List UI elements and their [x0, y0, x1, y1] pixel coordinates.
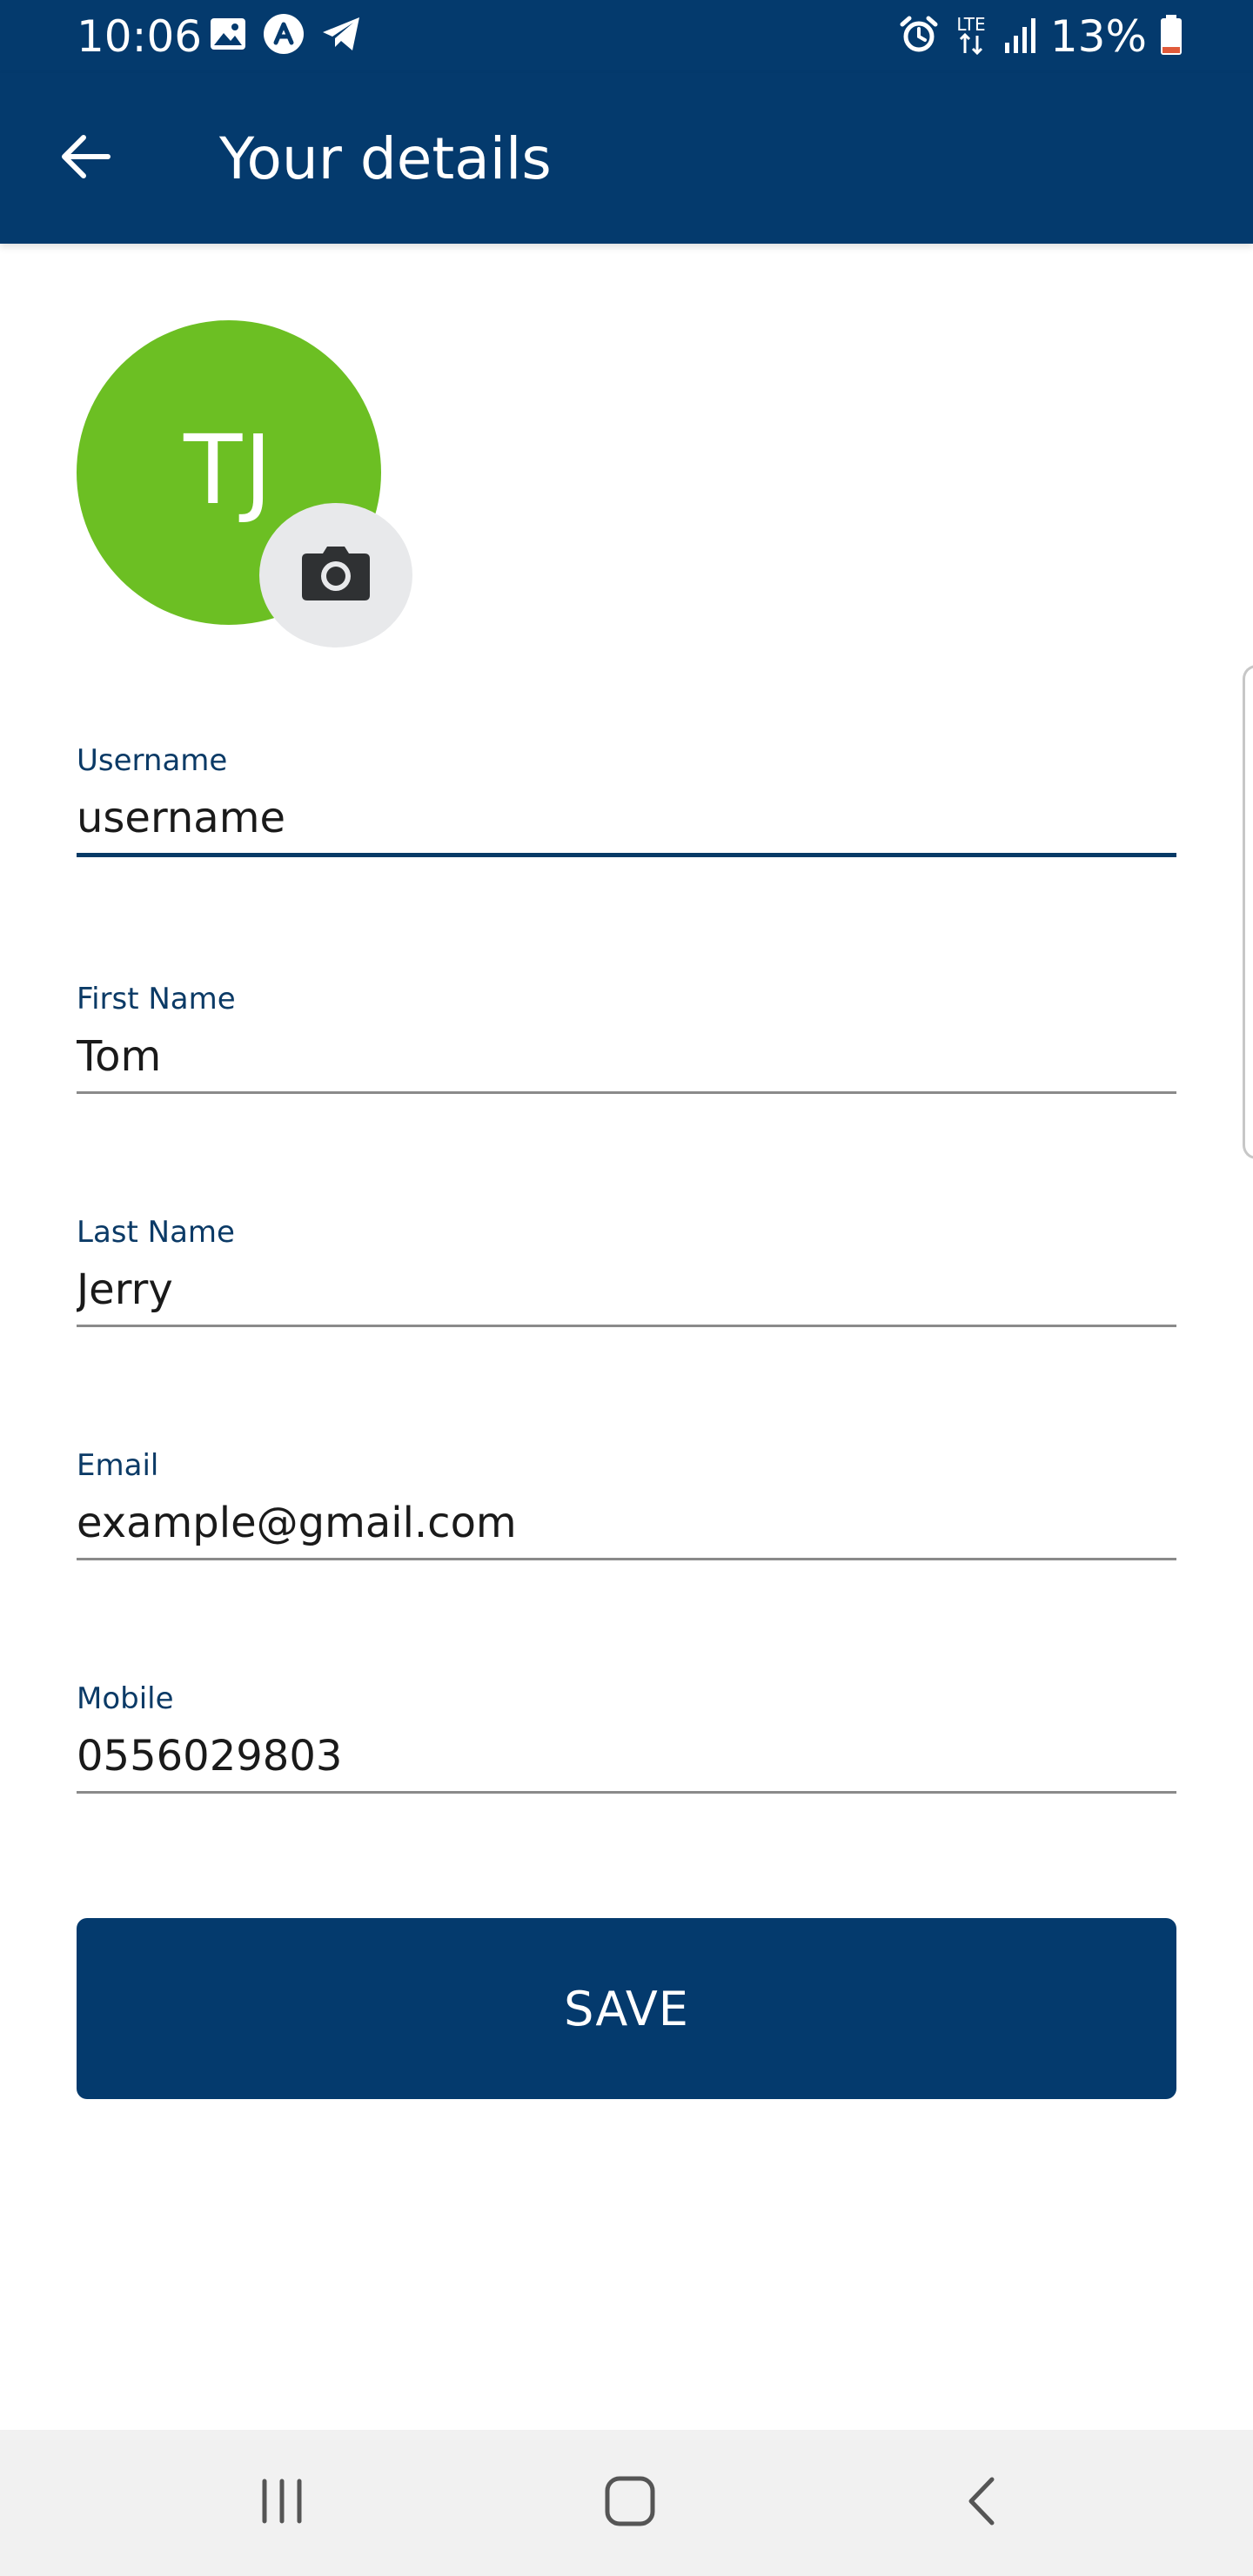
- signal-icon: [1003, 15, 1038, 59]
- app-notification-icon: [263, 13, 305, 59]
- username-field: Username: [77, 743, 1176, 865]
- telegram-icon: [320, 15, 362, 57]
- battery-icon: [1159, 14, 1183, 60]
- status-system-icons: LTE 13%: [899, 10, 1183, 63]
- gallery-icon: [209, 17, 247, 56]
- username-label: Username: [77, 743, 228, 778]
- battery-percent: 13%: [1049, 11, 1147, 62]
- camera-icon: [300, 545, 372, 607]
- app-bar: [0, 73, 1253, 244]
- arrow-left-icon: [59, 133, 111, 184]
- change-photo-button[interactable]: [259, 503, 412, 647]
- navigation-bar: [0, 2430, 1253, 2576]
- email-field: Email: [77, 1448, 1176, 1570]
- email-input[interactable]: [77, 1490, 1176, 1556]
- first-name-field: First Name: [77, 982, 1176, 1104]
- last-name-input[interactable]: [77, 1257, 1176, 1323]
- last-name-field: Last Name: [77, 1215, 1176, 1337]
- home-icon: [603, 2474, 657, 2532]
- alarm-icon: [899, 15, 939, 59]
- mobile-field: Mobile: [77, 1681, 1176, 1803]
- recent-apps-button[interactable]: [212, 2447, 352, 2559]
- mobile-input[interactable]: [77, 1723, 1176, 1789]
- username-input[interactable]: [77, 785, 1176, 851]
- status-time: 10:06: [77, 11, 203, 62]
- username-underline: [77, 853, 1176, 857]
- back-icon: [961, 2474, 1002, 2532]
- home-button[interactable]: [560, 2447, 700, 2559]
- first-name-label: First Name: [77, 982, 236, 1016]
- last-name-label: Last Name: [77, 1215, 235, 1250]
- email-label: Email: [77, 1448, 159, 1483]
- save-button[interactable]: SAVE: [77, 1918, 1176, 2099]
- system-back-button[interactable]: [912, 2447, 1051, 2559]
- last-name-underline: [77, 1325, 1176, 1327]
- back-button[interactable]: [49, 117, 122, 200]
- status-notification-icons: [209, 13, 362, 59]
- lte-icon: LTE: [951, 13, 991, 61]
- recent-apps-icon: [258, 2477, 306, 2530]
- lte-label: LTE: [956, 14, 985, 35]
- status-bar: 10:06 LTE 13%: [0, 0, 1253, 73]
- page-title: Your details: [219, 125, 552, 192]
- first-name-input[interactable]: [77, 1023, 1176, 1090]
- first-name-underline: [77, 1091, 1176, 1094]
- mobile-underline: [77, 1791, 1176, 1794]
- mobile-label: Mobile: [77, 1681, 174, 1716]
- edge-panel-handle[interactable]: [1243, 665, 1253, 1159]
- email-underline: [77, 1558, 1176, 1560]
